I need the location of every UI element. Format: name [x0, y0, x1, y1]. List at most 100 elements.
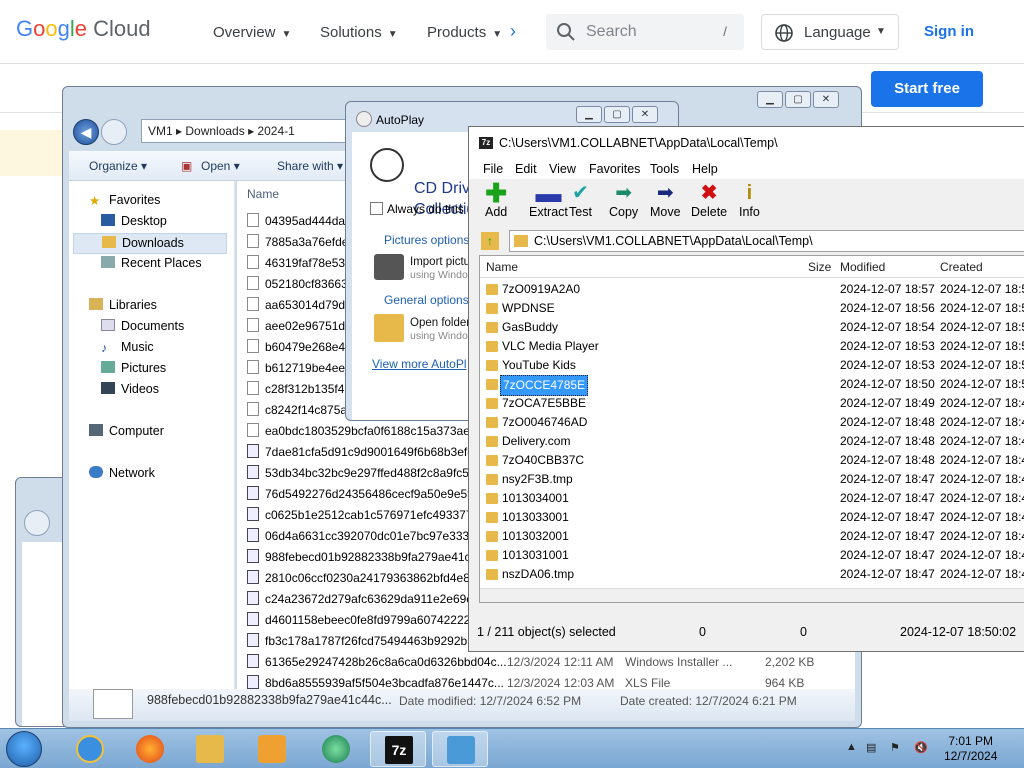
language-selector[interactable]: Language ▼ — [761, 14, 899, 50]
nav-network[interactable]: Network — [89, 466, 155, 480]
taskbar-autoplay[interactable] — [432, 731, 488, 767]
taskbar-internet-explorer[interactable] — [62, 731, 118, 767]
7zip-address-input[interactable]: C:\Users\VM1.COLLABNET\AppData\Local\Tem… — [509, 230, 1024, 252]
nav-solutions[interactable]: Solutions ▼ — [320, 24, 398, 41]
file-row[interactable]: 76d5492276d24356486cecf9a50e9e5f45 — [247, 484, 484, 505]
folder-up-icon[interactable]: ↑ — [481, 232, 499, 250]
list-item[interactable]: nsy2F3B.tmp 2024-12-07 18:47 2024-12-07 18… — [480, 470, 1024, 489]
column-name[interactable]: Name — [486, 260, 518, 274]
move-button[interactable]: ➡ Move — [650, 181, 681, 219]
file-row[interactable]: 04395ad444da1 — [247, 211, 352, 232]
file-row[interactable]: 46319faf78e53f — [247, 253, 348, 274]
minimize-icon[interactable]: ▁ — [576, 106, 602, 123]
action-center-flag-icon[interactable]: ⚑ — [890, 741, 900, 754]
menu-view[interactable]: View — [549, 162, 576, 176]
file-row[interactable]: fb3c178a1787f26fcd75494463b9292bb1 — [247, 631, 481, 652]
horizontal-scrollbar[interactable] — [480, 588, 1024, 602]
open-folder-option[interactable]: Open folder using Windo — [410, 317, 470, 343]
nav-favorites[interactable]: ★ Favorites — [89, 193, 160, 208]
file-row[interactable]: 988febecd01b92882338b9fa279ae41c44 — [247, 547, 484, 568]
nav-desktop[interactable]: Desktop — [101, 214, 167, 228]
copy-button[interactable]: ➡ Copy — [609, 181, 638, 219]
explorer-address-bar[interactable]: VM1 ▸ Downloads ▸ 2024-1 — [141, 119, 371, 143]
taskbar-7zip[interactable]: 7z — [370, 731, 426, 767]
column-header-name[interactable]: Name — [247, 187, 279, 201]
nav-computer[interactable]: Computer — [89, 424, 164, 438]
nav-pictures[interactable]: Pictures — [101, 361, 166, 375]
back-arrow-icon[interactable]: ◀ — [73, 119, 99, 145]
list-item[interactable]: WPDNSE 2024-12-07 18:56 2024-12-07 18:56 — [480, 299, 1024, 318]
list-item[interactable]: 1013033001 2024-12-07 18:47 2024-12-07 18:… — [480, 508, 1024, 527]
minimize-icon[interactable]: ▁ — [757, 91, 783, 108]
file-row[interactable]: aee02e96751df — [247, 316, 348, 337]
7zip-file-list[interactable]: Name Size Modified Created 7zO0919A2A0 20… — [479, 255, 1024, 603]
list-item[interactable]: 7zO0919A2A0 2024-12-07 18:57 2024-12-07 18… — [480, 280, 1024, 299]
taskbar-media-player[interactable] — [244, 731, 300, 767]
file-row[interactable]: c28f312b135f4 — [247, 379, 344, 400]
show-hidden-icons[interactable]: ▲ — [846, 741, 857, 753]
nav-documents[interactable]: Documents — [101, 319, 184, 333]
list-item[interactable]: YouTube Kids 2024-12-07 18:53 2024-12-07 1… — [480, 356, 1024, 375]
nav-recent-places[interactable]: Recent Places — [101, 256, 202, 270]
close-icon[interactable]: ✕ — [813, 91, 839, 108]
menu-edit[interactable]: Edit — [515, 162, 537, 176]
list-item[interactable]: 7zO40CBB37C 2024-12-07 18:48 2024-12-07 18… — [480, 451, 1024, 470]
list-item[interactable]: GasBuddy 2024-12-07 18:54 2024-12-07 18:54 — [480, 318, 1024, 337]
column-size[interactable]: Size — [808, 260, 831, 274]
nav-products[interactable]: Products ▼ — [427, 24, 502, 41]
maximize-icon[interactable]: ▢ — [604, 106, 630, 123]
test-button[interactable]: ✔ Test — [569, 181, 592, 219]
file-row[interactable]: b60479e268e43 — [247, 337, 352, 358]
file-row[interactable]: 7dae81cfa5d91c9d9001649f6b68b3ef84 — [247, 442, 481, 463]
start-button[interactable] — [6, 731, 42, 767]
file-row[interactable]: b612719be4eea — [247, 358, 352, 379]
file-row[interactable]: c24a23672d279afc63629da911e2e69e26 — [247, 589, 486, 610]
organize-button[interactable]: Organize ▾ — [89, 159, 147, 173]
google-cloud-logo[interactable]: Google Cloud — [16, 16, 151, 42]
taskbar-green-app[interactable] — [308, 731, 364, 767]
nav-music[interactable]: ♪ Music — [101, 340, 154, 355]
menu-file[interactable]: File — [483, 162, 503, 176]
menu-tools[interactable]: Tools — [650, 162, 679, 176]
import-pictures-option[interactable]: Import pictu using Windo — [410, 256, 470, 282]
file-row[interactable]: 052180cf836630 — [247, 274, 354, 295]
nav-overview[interactable]: Overview ▼ — [213, 24, 291, 41]
list-item[interactable]: Delivery.com 2024-12-07 18:48 2024-12-07 1… — [480, 432, 1024, 451]
list-item[interactable]: 1013034001 2024-12-07 18:47 2024-12-07 18:… — [480, 489, 1024, 508]
maximize-icon[interactable]: ▢ — [785, 91, 811, 108]
nav-next-chevron-icon[interactable]: › — [510, 21, 516, 42]
forward-arrow-icon[interactable] — [101, 119, 127, 145]
file-row[interactable]: 06d4a6631cc392070dc01e7bc97e333bc — [247, 526, 482, 547]
file-row[interactable]: 61365e29247428b26c8a6ca0d6326bbd04c... 12… — [247, 652, 814, 673]
column-created[interactable]: Created — [940, 260, 983, 274]
list-item[interactable]: VLC Media Player 2024-12-07 18:53 2024-12-… — [480, 337, 1024, 356]
search-input[interactable]: Search / — [546, 14, 744, 50]
nav-libraries[interactable]: Libraries — [89, 298, 157, 312]
list-item[interactable]: 1013031001 2024-12-07 18:47 2024-12-07 18:… — [480, 546, 1024, 565]
file-row[interactable]: d4601158ebeec0fe8fd9799a60742222d — [247, 610, 477, 631]
always-do-checkbox[interactable]: Always do this f — [370, 202, 470, 216]
list-item[interactable]: nszDA06.tmp 2024-12-07 18:47 2024-12-07 18… — [480, 565, 1024, 584]
view-more-autoplay-link[interactable]: View more AutoPl — [372, 357, 467, 371]
file-row[interactable]: 2810c06ccf0230a24179363862bfd4e88c — [247, 568, 483, 589]
list-item[interactable]: 7zOCA7E5BBE 2024-12-07 18:49 2024-12-07 18… — [480, 394, 1024, 413]
add-button[interactable]: ✚ Add — [485, 180, 507, 219]
7zip-window[interactable]: 7z C:\Users\VM1.COLLABNET\AppData\Local\… — [468, 126, 1024, 652]
share-with-button[interactable]: Share with ▾ — [277, 159, 343, 173]
file-row[interactable]: 7885a3a76efde — [247, 232, 348, 253]
file-row[interactable]: 53db34bc32bc9e297ffed488f2c8a9fc50 — [247, 463, 476, 484]
volume-muted-icon[interactable]: 🔇 — [914, 741, 928, 754]
back-button-icon[interactable] — [24, 510, 50, 536]
menu-help[interactable]: Help — [692, 162, 718, 176]
extract-button[interactable]: ▬ Extract — [529, 180, 568, 219]
network-tray-icon[interactable]: ▤ — [866, 741, 876, 754]
file-row[interactable]: aa653014d79db — [247, 295, 352, 316]
delete-button[interactable]: ✖ Delete — [691, 181, 727, 219]
file-row[interactable]: ea0bdc1803529bcfa0f6188c15a373ae97 — [247, 421, 483, 442]
menu-favorites[interactable]: Favorites — [589, 162, 640, 176]
nav-videos[interactable]: Videos — [101, 382, 159, 396]
close-icon[interactable]: ✕ — [632, 106, 658, 123]
taskbar-clock[interactable]: 7:01 PM 12/7/2024 — [944, 734, 997, 764]
column-modified[interactable]: Modified — [840, 260, 885, 274]
nav-downloads[interactable]: Downloads — [73, 233, 227, 254]
